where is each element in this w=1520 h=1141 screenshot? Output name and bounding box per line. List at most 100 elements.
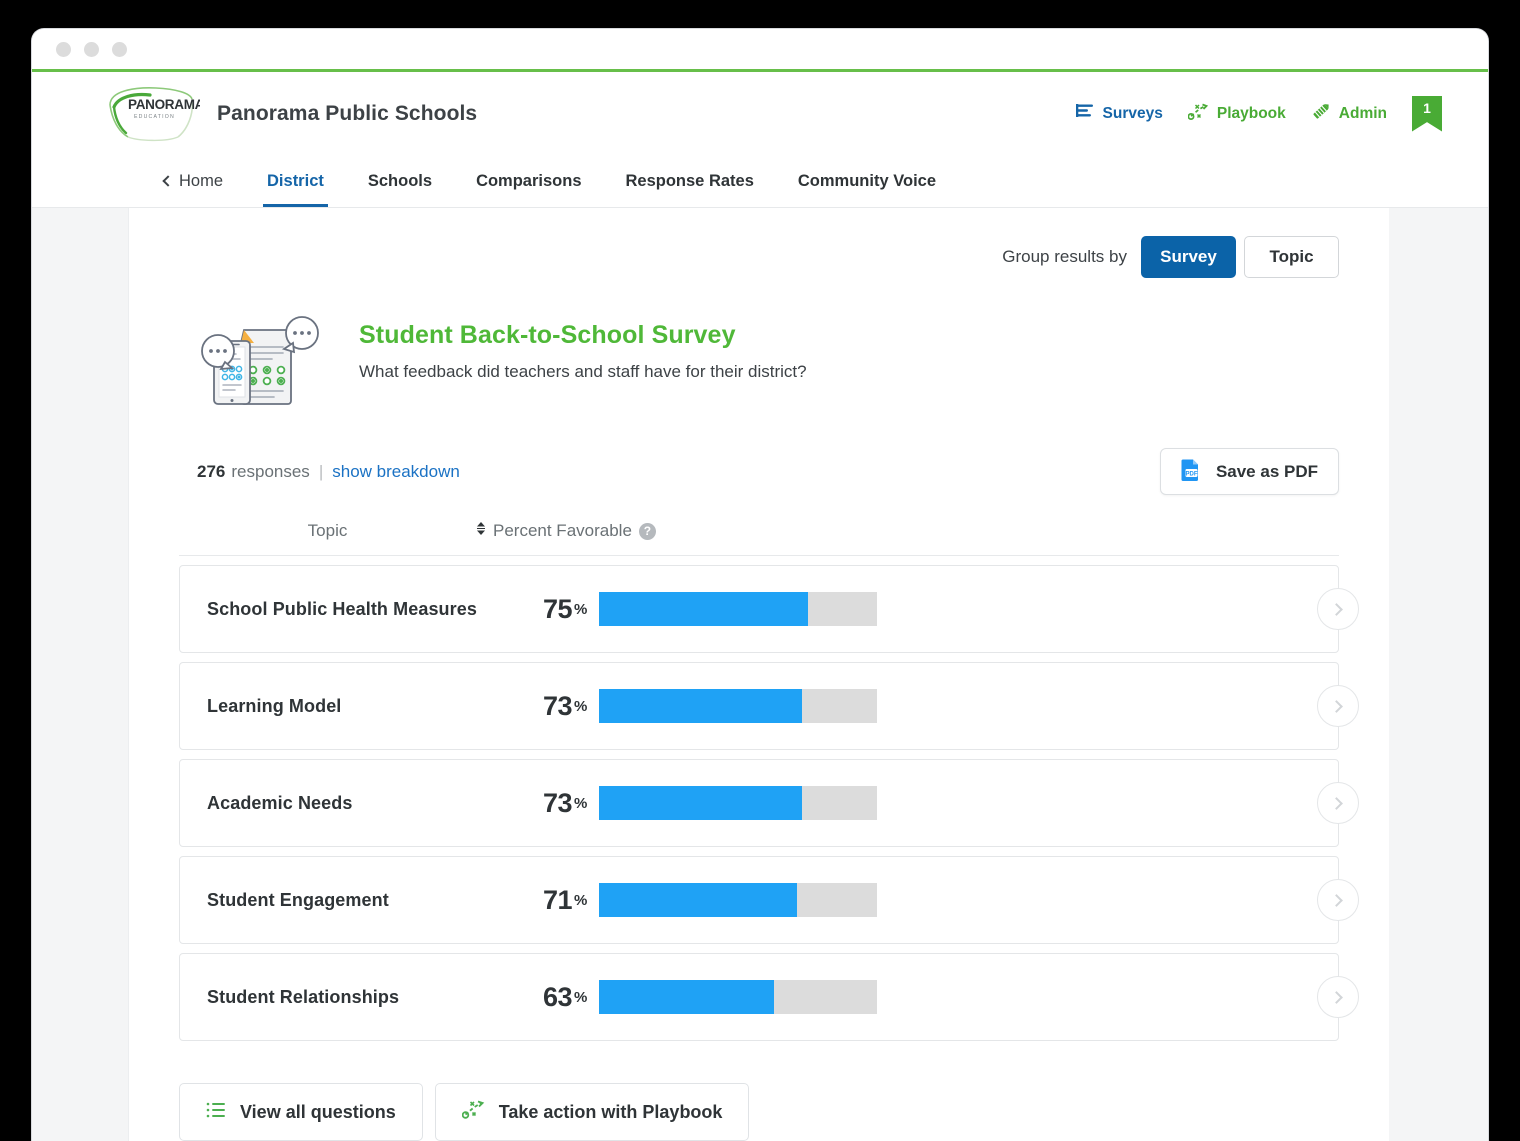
svg-text:PDF: PDF bbox=[1185, 471, 1197, 477]
group-results-segmented-control: Survey Topic bbox=[1141, 236, 1339, 278]
tab-schools[interactable]: Schools bbox=[346, 155, 454, 207]
percent-bar-track bbox=[599, 980, 877, 1014]
save-as-pdf-button[interactable]: PDF Save as PDF bbox=[1160, 448, 1339, 495]
chevron-right-icon bbox=[1330, 894, 1343, 907]
topic-label: School Public Health Measures bbox=[207, 599, 507, 620]
playbook-icon bbox=[462, 1099, 485, 1125]
column-header-topic: Topic bbox=[179, 521, 476, 541]
nav-item-surveys[interactable]: Surveys bbox=[1076, 102, 1163, 126]
survey-title: Student Back-to-School Survey bbox=[359, 321, 807, 350]
take-action-playbook-label: Take action with Playbook bbox=[499, 1102, 723, 1123]
percent-bar-track bbox=[599, 689, 877, 723]
percent-number: 63 bbox=[543, 982, 572, 1012]
nav-item-admin[interactable]: Admin bbox=[1311, 102, 1387, 126]
percent-bar-track bbox=[599, 883, 877, 917]
nav-label-admin: Admin bbox=[1339, 105, 1387, 123]
response-count: 276 bbox=[197, 462, 225, 482]
topic-rows: School Public Health Measures 75 % Learn… bbox=[179, 565, 1339, 1041]
tab-home-label: Home bbox=[179, 172, 223, 191]
help-icon[interactable]: ? bbox=[639, 523, 656, 540]
row-expand-button[interactable] bbox=[1317, 976, 1359, 1018]
percent-bar-fill bbox=[599, 689, 802, 723]
panorama-logo-icon: PANORAMA EDUCATION bbox=[104, 85, 200, 143]
percent-sign: % bbox=[574, 892, 587, 909]
percent-sign: % bbox=[574, 698, 587, 715]
row-expand-button[interactable] bbox=[1317, 685, 1359, 727]
flag-badge-count: 1 bbox=[1423, 100, 1431, 116]
percent-bar-track bbox=[599, 592, 877, 626]
tab-district-label: District bbox=[267, 172, 324, 191]
group-by-survey-button[interactable]: Survey bbox=[1141, 236, 1236, 278]
percent-bar-fill bbox=[599, 592, 808, 626]
chevron-right-icon bbox=[1330, 700, 1343, 713]
percent-value: 75 bbox=[507, 594, 572, 625]
tab-comparisons[interactable]: Comparisons bbox=[454, 155, 603, 207]
table-row[interactable]: Learning Model 73 % bbox=[179, 662, 1339, 750]
playbook-icon bbox=[1188, 102, 1209, 126]
svg-text:PANORAMA: PANORAMA bbox=[128, 97, 200, 112]
topic-label: Student Engagement bbox=[207, 890, 507, 911]
percent-number: 71 bbox=[543, 885, 572, 915]
percent-value: 73 bbox=[507, 788, 572, 819]
percent-number: 73 bbox=[543, 691, 572, 721]
percent-bar-fill bbox=[599, 980, 774, 1014]
chevron-right-icon bbox=[1330, 991, 1343, 1004]
percent-bar-fill bbox=[599, 883, 796, 917]
brand-name: Panorama Public Schools bbox=[217, 102, 477, 126]
nav-item-playbook[interactable]: Playbook bbox=[1188, 102, 1286, 126]
group-results-toolbar: Group results by Survey Topic bbox=[179, 236, 1339, 278]
survey-subtitle: What feedback did teachers and staff hav… bbox=[359, 362, 807, 382]
table-row[interactable]: Academic Needs 73 % bbox=[179, 759, 1339, 847]
sort-updown-icon bbox=[476, 521, 486, 541]
window-minimize-button[interactable] bbox=[84, 42, 99, 57]
chevron-right-icon bbox=[1330, 603, 1343, 616]
row-expand-button[interactable] bbox=[1317, 588, 1359, 630]
page-body: Group results by Survey Topic bbox=[32, 208, 1488, 1141]
nav-label-playbook: Playbook bbox=[1217, 105, 1286, 123]
tab-district[interactable]: District bbox=[245, 155, 346, 207]
tab-schools-label: Schools bbox=[368, 172, 432, 191]
percent-value: 73 bbox=[507, 691, 572, 722]
list-icon bbox=[206, 1101, 226, 1124]
view-all-questions-label: View all questions bbox=[240, 1102, 396, 1123]
percent-value: 71 bbox=[507, 885, 572, 916]
topic-label: Student Relationships bbox=[207, 987, 507, 1008]
topic-label: Academic Needs bbox=[207, 793, 507, 814]
percent-bar-fill bbox=[599, 786, 802, 820]
percent-number: 73 bbox=[543, 788, 572, 818]
window-maximize-button[interactable] bbox=[112, 42, 127, 57]
tab-comparisons-label: Comparisons bbox=[476, 172, 581, 191]
take-action-playbook-button[interactable]: Take action with Playbook bbox=[435, 1083, 750, 1141]
column-header-percent-favorable[interactable]: Percent Favorable ? bbox=[476, 521, 656, 541]
row-expand-button[interactable] bbox=[1317, 782, 1359, 824]
percent-sign: % bbox=[574, 601, 587, 618]
group-by-topic-button[interactable]: Topic bbox=[1244, 236, 1339, 278]
nav-label-surveys: Surveys bbox=[1103, 105, 1163, 123]
table-row[interactable]: Student Engagement 71 % bbox=[179, 856, 1339, 944]
responses-separator: | bbox=[319, 462, 323, 482]
tab-response-rates[interactable]: Response Rates bbox=[604, 155, 776, 207]
tab-home[interactable]: Home bbox=[150, 155, 245, 207]
brand: PANORAMA EDUCATION Panorama Public Schoo… bbox=[104, 85, 477, 143]
primary-tabs: Home District Schools Comparisons Respon… bbox=[32, 155, 1488, 208]
app-header: PANORAMA EDUCATION Panorama Public Schoo… bbox=[32, 72, 1488, 155]
browser-window: PANORAMA EDUCATION Panorama Public Schoo… bbox=[32, 29, 1488, 1141]
footer-actions: View all questions Take action with Play… bbox=[179, 1083, 1339, 1141]
window-close-button[interactable] bbox=[56, 42, 71, 57]
table-row[interactable]: School Public Health Measures 75 % bbox=[179, 565, 1339, 653]
table-header: Topic Percent Favorable ? bbox=[179, 521, 1339, 556]
row-expand-button[interactable] bbox=[1317, 879, 1359, 921]
view-all-questions-button[interactable]: View all questions bbox=[179, 1083, 423, 1141]
pdf-file-icon: PDF bbox=[1181, 457, 1204, 487]
window-titlebar bbox=[32, 29, 1488, 72]
survey-title-block: Student Back-to-School Survey What feedb… bbox=[359, 308, 807, 382]
svg-text:EDUCATION: EDUCATION bbox=[134, 114, 175, 120]
notification-flag-badge[interactable]: 1 bbox=[1412, 96, 1442, 132]
chevron-left-icon bbox=[162, 175, 173, 186]
tab-community-voice[interactable]: Community Voice bbox=[776, 155, 958, 207]
percent-value: 63 bbox=[507, 982, 572, 1013]
percent-bar-track bbox=[599, 786, 877, 820]
show-breakdown-link[interactable]: show breakdown bbox=[332, 462, 460, 482]
table-row[interactable]: Student Relationships 63 % bbox=[179, 953, 1339, 1041]
surveys-icon bbox=[1076, 102, 1095, 126]
